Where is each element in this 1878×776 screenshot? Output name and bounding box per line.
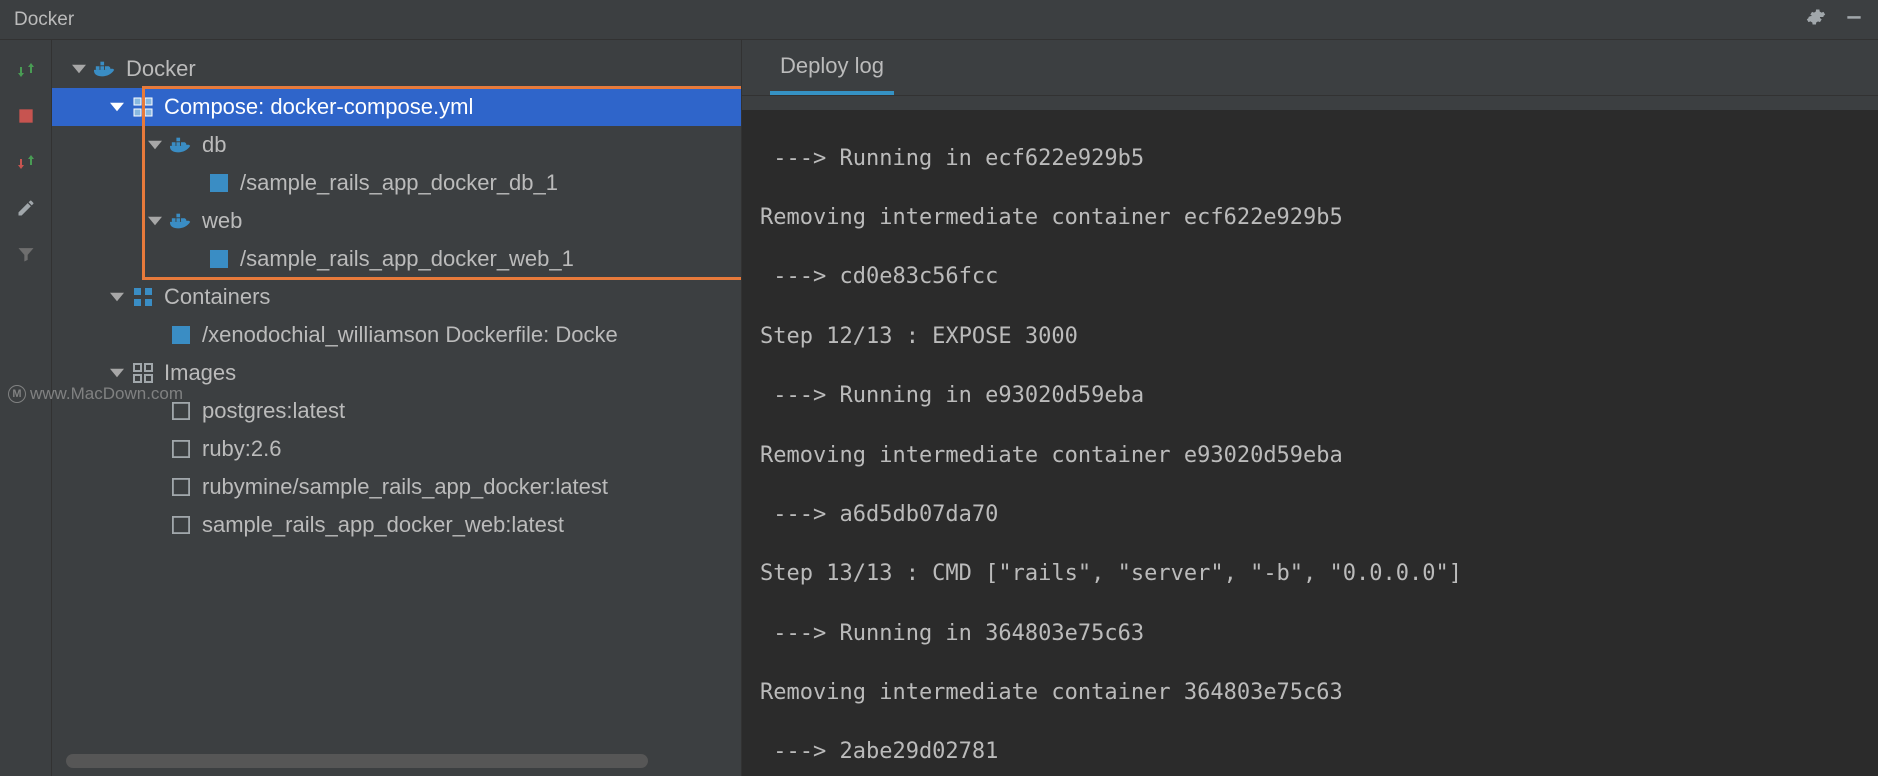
image-icon bbox=[170, 476, 192, 498]
tree-node-images[interactable]: Images bbox=[52, 354, 741, 392]
tree-node-container-other[interactable]: /xenodochial_williamson Dockerfile: Dock… bbox=[52, 316, 741, 354]
tree-label: postgres:latest bbox=[202, 392, 345, 431]
container-running-icon bbox=[208, 248, 230, 270]
panel-title: Docker bbox=[14, 9, 74, 31]
image-icon bbox=[170, 400, 192, 422]
log-horizontal-scrollbar[interactable] bbox=[758, 754, 1862, 768]
chevron-down-icon bbox=[70, 60, 88, 78]
log-line: Removing intermediate container ecf622e9… bbox=[760, 203, 1878, 233]
log-line: Removing intermediate container e93020d5… bbox=[760, 441, 1878, 471]
tree-label: Images bbox=[164, 354, 236, 393]
filter-icon[interactable] bbox=[14, 242, 38, 266]
minimize-icon[interactable] bbox=[1844, 7, 1864, 32]
tree-label: web bbox=[202, 202, 242, 241]
tree-node-docker-root[interactable]: Docker bbox=[52, 50, 741, 88]
docker-icon bbox=[94, 58, 116, 80]
scrollbar-thumb[interactable] bbox=[66, 754, 648, 768]
tree-node-image[interactable]: postgres:latest bbox=[52, 392, 741, 430]
container-running-icon bbox=[170, 324, 192, 346]
chevron-down-icon bbox=[108, 288, 126, 306]
docker-service-icon bbox=[170, 134, 192, 156]
docker-service-icon bbox=[170, 210, 192, 232]
title-bar-actions bbox=[1806, 7, 1864, 32]
action-toolbar bbox=[0, 40, 52, 776]
images-group-icon bbox=[132, 362, 154, 384]
log-line: Removing intermediate container 364803e7… bbox=[760, 678, 1878, 708]
tree-label: sample_rails_app_docker_web:latest bbox=[202, 506, 564, 545]
deploy-log-output[interactable]: ---> Running in ecf622e929b5 Removing in… bbox=[742, 110, 1878, 776]
tree-node-container-db[interactable]: /sample_rails_app_docker_db_1 bbox=[52, 164, 741, 202]
tab-deploy-log[interactable]: Deploy log bbox=[770, 53, 894, 95]
details-panel: Deploy log ---> Running in ecf622e929b5 … bbox=[742, 40, 1878, 776]
services-tree-panel: Docker Compose: docker-compose.yml db /s… bbox=[52, 40, 742, 776]
tree-label: /xenodochial_williamson Dockerfile: Dock… bbox=[202, 316, 618, 355]
compose-icon bbox=[132, 96, 154, 118]
tree-label: Containers bbox=[164, 278, 270, 317]
tree-node-image[interactable]: rubymine/sample_rails_app_docker:latest bbox=[52, 468, 741, 506]
log-line: ---> Running in e93020d59eba bbox=[760, 381, 1878, 411]
tree-node-containers[interactable]: Containers bbox=[52, 278, 741, 316]
chevron-down-icon bbox=[146, 212, 164, 230]
log-line: Step 13/13 : CMD ["rails", "server", "-b… bbox=[760, 559, 1878, 589]
chevron-down-icon bbox=[108, 98, 126, 116]
chevron-down-icon bbox=[108, 364, 126, 382]
stop-icon[interactable] bbox=[14, 104, 38, 128]
tree-horizontal-scrollbar[interactable] bbox=[66, 754, 727, 768]
log-line: Step 12/13 : EXPOSE 3000 bbox=[760, 322, 1878, 352]
redeploy-icon[interactable] bbox=[14, 150, 38, 174]
image-icon bbox=[170, 514, 192, 536]
title-bar: Docker bbox=[0, 0, 1878, 40]
log-line: ---> Running in 364803e75c63 bbox=[760, 619, 1878, 649]
tree-node-service-db[interactable]: db bbox=[52, 126, 741, 164]
services-tree[interactable]: Docker Compose: docker-compose.yml db /s… bbox=[52, 40, 741, 752]
tree-node-container-web[interactable]: /sample_rails_app_docker_web_1 bbox=[52, 240, 741, 278]
tree-label: rubymine/sample_rails_app_docker:latest bbox=[202, 468, 608, 507]
chevron-down-icon bbox=[146, 136, 164, 154]
details-tabs: Deploy log bbox=[742, 40, 1878, 96]
tree-node-image[interactable]: sample_rails_app_docker_web:latest bbox=[52, 506, 741, 544]
log-line: ---> a6d5db07da70 bbox=[760, 500, 1878, 530]
tree-node-compose[interactable]: Compose: docker-compose.yml bbox=[52, 88, 741, 126]
edit-icon[interactable] bbox=[14, 196, 38, 220]
gear-icon[interactable] bbox=[1806, 7, 1826, 32]
tree-label: /sample_rails_app_docker_web_1 bbox=[240, 240, 574, 279]
tree-node-image[interactable]: ruby:2.6 bbox=[52, 430, 741, 468]
tree-label: Docker bbox=[126, 50, 196, 89]
tree-node-service-web[interactable]: web bbox=[52, 202, 741, 240]
container-running-icon bbox=[208, 172, 230, 194]
containers-group-icon bbox=[132, 286, 154, 308]
tree-label: /sample_rails_app_docker_db_1 bbox=[240, 164, 558, 203]
tree-label: Compose: docker-compose.yml bbox=[164, 88, 473, 127]
tree-label: ruby:2.6 bbox=[202, 430, 282, 469]
log-line: ---> cd0e83c56fcc bbox=[760, 262, 1878, 292]
deploy-icon[interactable] bbox=[14, 58, 38, 82]
log-line: ---> Running in ecf622e929b5 bbox=[760, 144, 1878, 174]
tree-label: db bbox=[202, 126, 226, 165]
image-icon bbox=[170, 438, 192, 460]
